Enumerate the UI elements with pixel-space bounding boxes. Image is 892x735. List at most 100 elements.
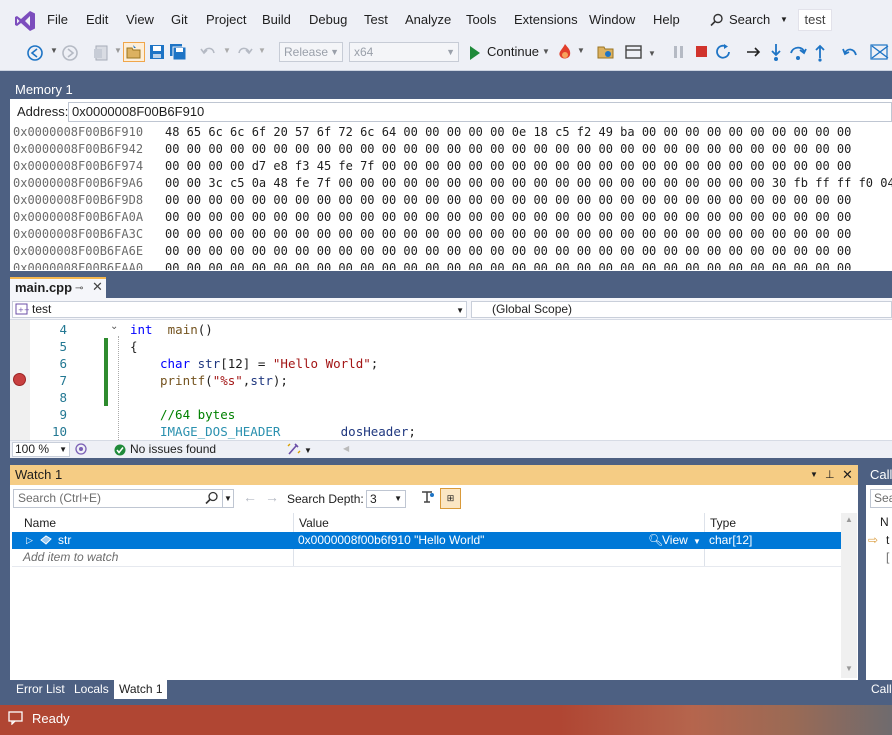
memory-row[interactable]: 0x0000008F00B6F9A6 00 00 3c c5 0a 48 fe 7… (13, 175, 892, 192)
breakpoint-icon[interactable] (13, 373, 26, 386)
intellicode-icon[interactable] (74, 442, 88, 456)
magnifier-icon[interactable]: 🔍︎ (648, 532, 663, 549)
call-stack-search[interactable]: Sea (870, 489, 892, 508)
step-into-icon[interactable] (766, 42, 786, 62)
search-button[interactable]: Search ▼ (704, 9, 788, 31)
step-out-icon[interactable] (810, 42, 830, 62)
show-next-statement-icon[interactable] (744, 42, 764, 62)
code-line[interactable]: { (130, 338, 138, 355)
chevron-down-icon[interactable]: ▼ (810, 465, 818, 485)
tab-main-cpp[interactable]: main.cpp ⊸ ✕ (10, 277, 106, 298)
memory-row[interactable]: 0x0000008F00B6FA3C 00 00 00 00 00 00 00 0… (13, 226, 892, 243)
menu-item-view[interactable]: View (126, 12, 154, 27)
show-threads-icon[interactable] (596, 43, 616, 61)
chevron-down-icon[interactable]: ▼ (693, 533, 701, 550)
close-icon[interactable]: ✕ (92, 278, 103, 296)
memory-bytes[interactable]: 00 00 00 00 00 00 00 00 00 00 00 00 00 0… (165, 261, 851, 270)
tab-locals[interactable]: Locals (74, 680, 109, 699)
column-type[interactable]: Type (710, 516, 736, 530)
menu-item-analyze[interactable]: Analyze (405, 12, 451, 27)
tab-call-stack[interactable]: Call (866, 680, 892, 699)
code-line[interactable]: char str[12] = "Hello World"; (160, 355, 378, 372)
new-project-icon[interactable] (92, 43, 112, 63)
scroll-up-icon[interactable]: ▲ (845, 515, 853, 524)
pin-icon[interactable]: ⊸ (75, 280, 83, 298)
navigate-forward-icon[interactable] (60, 43, 80, 63)
memory-bytes[interactable]: 00 00 00 00 00 00 00 00 00 00 00 00 00 0… (165, 193, 851, 207)
code-cleanup-icon[interactable] (286, 442, 302, 456)
vertical-scrollbar[interactable]: ▲ ▼ (841, 513, 857, 678)
solution-name-badge[interactable]: test (798, 9, 832, 31)
platform-dropdown[interactable]: x64 ▼ (349, 42, 459, 62)
code-line[interactable]: printf("%s",str); (160, 372, 288, 389)
memory-bytes[interactable]: 00 00 00 00 00 00 00 00 00 00 00 00 00 0… (165, 142, 851, 156)
code-editor[interactable]: 4 int main() 5{6 char str[12] = "Hello Worl… (10, 320, 892, 440)
watch-window-title[interactable]: Watch 1 ▼ ⊥ ✕ (10, 465, 858, 485)
code-line[interactable]: //64 bytes (160, 406, 235, 423)
address-input[interactable]: 0x0000008F00B6F910 (68, 102, 892, 122)
code-line[interactable]: int main() (130, 321, 213, 338)
break-all-icon[interactable] (672, 44, 686, 60)
memory-bytes[interactable]: 00 00 00 00 00 00 00 00 00 00 00 00 00 0… (165, 244, 851, 258)
chevron-down-icon[interactable]: ▼ (50, 46, 58, 55)
memory-row[interactable]: 0x0000008F00B6FA6E 00 00 00 00 00 00 00 0… (13, 243, 892, 260)
call-stack-frame[interactable]: t (886, 533, 889, 547)
call-stack-frame[interactable]: [ (886, 550, 889, 564)
code-line[interactable]: IMAGE_DOS_HEADER dosHeader; (160, 423, 416, 440)
scroll-left-icon[interactable]: ◀ (343, 444, 349, 453)
watch-search-input[interactable]: Search (Ctrl+E) (13, 489, 234, 508)
memory-row[interactable]: 0x0000008F00B6F9D8 00 00 00 00 00 00 00 0… (13, 192, 892, 209)
search-depth-dropdown[interactable]: 3 ▼ (366, 490, 406, 508)
scroll-down-icon[interactable]: ▼ (845, 664, 853, 673)
tab-error-list[interactable]: Error List (16, 680, 65, 699)
expand-arrow-icon[interactable]: ▷ (26, 532, 33, 549)
memory-bytes[interactable]: 00 00 3c c5 0a 48 fe 7f 00 00 00 00 00 0… (165, 176, 892, 190)
add-watch-row[interactable]: Add item to watch (12, 549, 841, 567)
global-scope-dropdown[interactable]: (Global Scope) (471, 301, 892, 318)
hot-reload-icon[interactable] (556, 42, 574, 62)
menu-item-window[interactable]: Window (589, 12, 635, 27)
restart-icon[interactable] (714, 42, 734, 62)
memory-row[interactable]: 0x0000008F00B6F910 48 65 6c 6c 6f 20 57 6… (13, 124, 892, 141)
tab-watch-1[interactable]: Watch 1 (114, 680, 167, 699)
chevron-down-icon[interactable]: ▼ (577, 46, 585, 55)
menu-item-tools[interactable]: Tools (466, 12, 496, 27)
collapse-icon[interactable]: ⌄ (110, 321, 118, 332)
chevron-down-icon[interactable]: ▼ (114, 46, 122, 55)
call-stack-title[interactable]: Call (866, 465, 892, 485)
menu-item-project[interactable]: Project (206, 12, 246, 27)
column-value[interactable]: Value (299, 516, 329, 530)
redo-icon[interactable] (234, 43, 254, 61)
save-icon[interactable] (148, 43, 166, 61)
menu-item-debug[interactable]: Debug (309, 12, 347, 27)
menu-item-build[interactable]: Build (262, 12, 291, 27)
memory-window-title[interactable]: Memory 1 (10, 80, 892, 99)
zoom-dropdown[interactable]: 100 % ▼ (12, 442, 70, 457)
step-over-icon[interactable] (788, 42, 808, 62)
memory-row[interactable]: 0x0000008F00B6F942 00 00 00 00 00 00 00 0… (13, 141, 892, 158)
menu-item-help[interactable]: Help (653, 12, 680, 27)
stop-debugging-icon[interactable] (694, 44, 710, 60)
chevron-down-icon[interactable]: ▼ (648, 49, 656, 58)
chevron-down-icon[interactable]: ▼ (223, 46, 231, 55)
close-icon[interactable]: ✕ (842, 465, 853, 485)
memory-bytes[interactable]: 00 00 00 00 d7 e8 f3 45 fe 7f 00 00 00 0… (165, 159, 851, 173)
navigate-back-icon[interactable] (24, 43, 48, 63)
memory-row[interactable]: 0x0000008F00B6FAA0 00 00 00 00 00 00 00 0… (13, 260, 892, 270)
undo-icon[interactable] (199, 43, 219, 61)
configuration-dropdown[interactable]: Release ▼ (279, 42, 343, 62)
chevron-down-icon[interactable]: ▼ (304, 446, 312, 455)
notification-icon[interactable] (8, 711, 24, 725)
memory-bytes[interactable]: 48 65 6c 6c 6f 20 57 6f 72 6c 64 00 00 0… (165, 125, 851, 139)
visual-studio-logo-icon[interactable] (14, 10, 36, 32)
search-previous-icon[interactable]: ← (243, 489, 257, 505)
search-next-icon[interactable]: → (265, 489, 279, 505)
menu-item-extensions[interactable]: Extensions (514, 12, 578, 27)
step-forward-icon[interactable] (868, 42, 892, 62)
search-icon[interactable] (205, 491, 219, 505)
column-name[interactable]: Name (24, 516, 56, 530)
save-all-icon[interactable] (169, 43, 187, 61)
watch-row[interactable]: ▷ str 0x0000008f00b6f910 "Hello World" 🔍… (12, 532, 841, 549)
menu-item-edit[interactable]: Edit (86, 12, 108, 27)
memory-bytes[interactable]: 00 00 00 00 00 00 00 00 00 00 00 00 00 0… (165, 227, 851, 241)
